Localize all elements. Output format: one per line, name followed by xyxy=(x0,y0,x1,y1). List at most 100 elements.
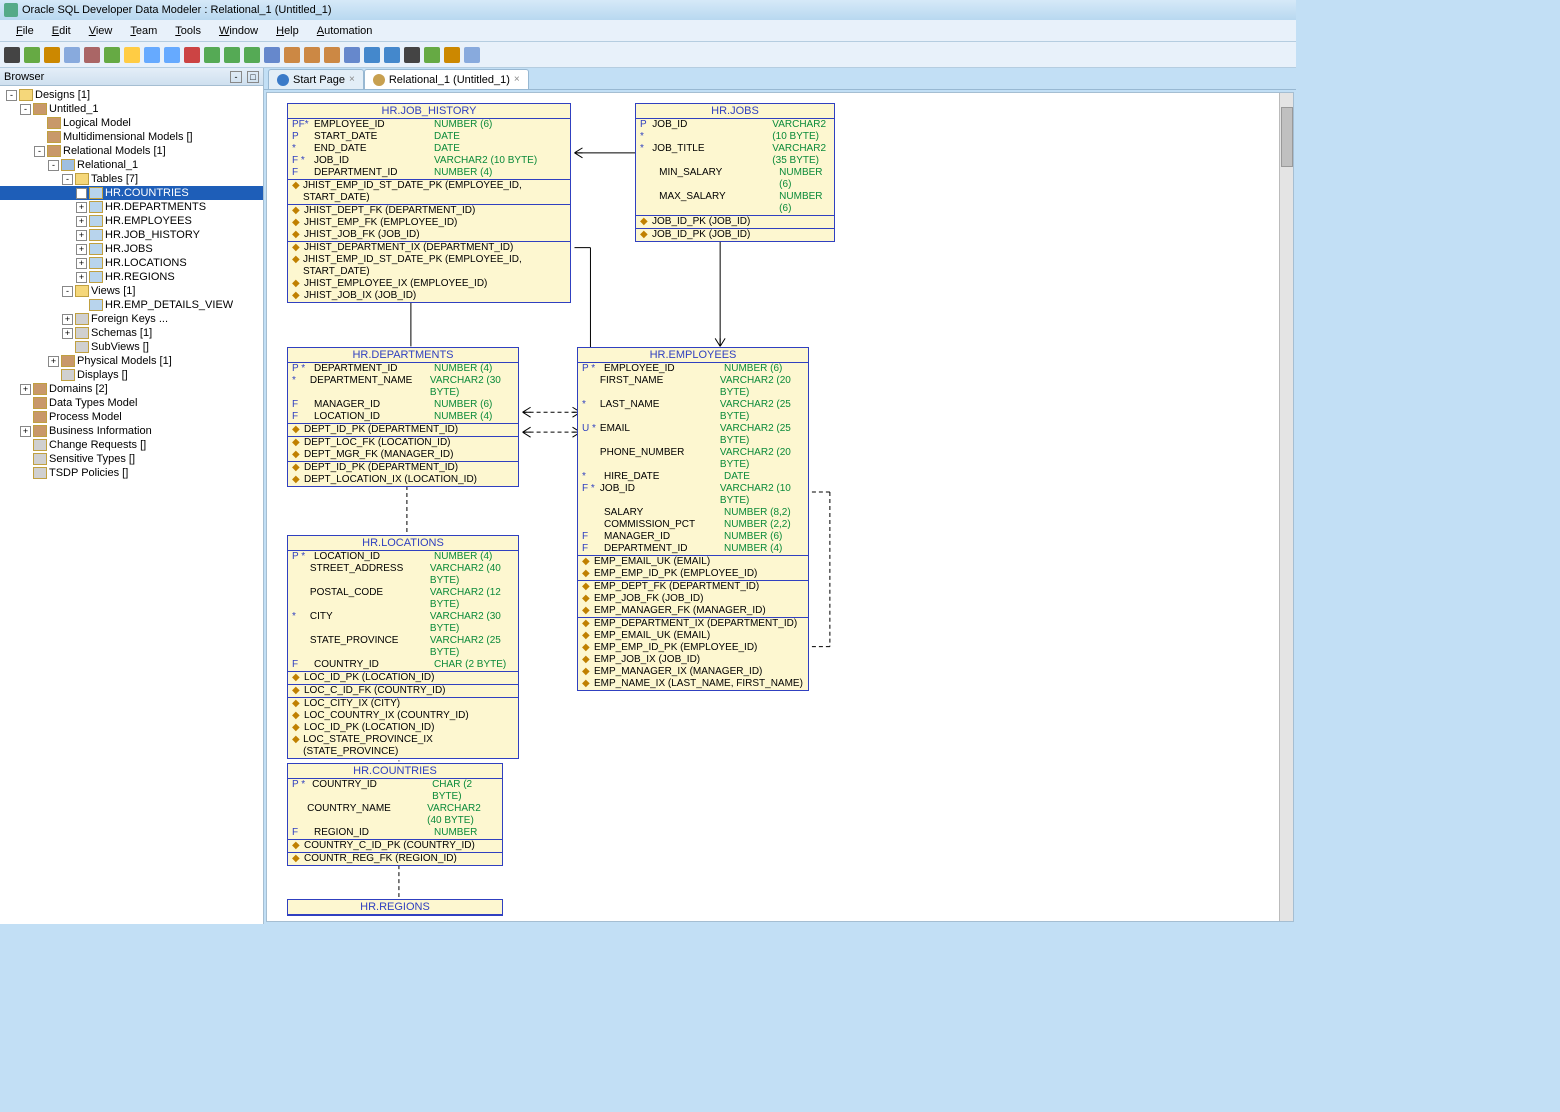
expand-icon[interactable]: + xyxy=(76,244,87,255)
toolbar-btn-14[interactable] xyxy=(284,47,300,63)
expand-icon[interactable]: - xyxy=(62,174,73,185)
entity-jobs[interactable]: HR.JOBSP *JOB_IDVARCHAR2 (10 BYTE) *JOB_… xyxy=(635,103,835,242)
expand-icon[interactable]: - xyxy=(20,104,31,115)
tree-item[interactable]: +Physical Models [1] xyxy=(0,354,263,368)
toolbar-btn-5[interactable] xyxy=(104,47,120,63)
menu-file[interactable]: File xyxy=(8,23,42,39)
toolbar-btn-12[interactable] xyxy=(244,47,260,63)
tree-item[interactable]: Sensitive Types [] xyxy=(0,452,263,466)
tree-item[interactable]: +Schemas [1] xyxy=(0,326,263,340)
expand-icon[interactable]: + xyxy=(20,384,31,395)
scrollbar-vertical[interactable] xyxy=(1279,93,1293,921)
tree-item[interactable]: +Domains [2] xyxy=(0,382,263,396)
tree-item[interactable]: -Relational_1 xyxy=(0,158,263,172)
menu-view[interactable]: View xyxy=(81,23,121,39)
tab[interactable]: Relational_1 (Untitled_1)× xyxy=(364,69,529,89)
entity-departments[interactable]: HR.DEPARTMENTSP *DEPARTMENT_IDNUMBER (4)… xyxy=(287,347,519,487)
expand-icon[interactable]: + xyxy=(76,258,87,269)
close-icon[interactable]: × xyxy=(349,74,355,85)
tree-item[interactable]: Process Model xyxy=(0,410,263,424)
tree-item[interactable]: -Untitled_1 xyxy=(0,102,263,116)
toolbar-btn-18[interactable] xyxy=(364,47,380,63)
menu-automation[interactable]: Automation xyxy=(309,23,381,39)
menu-edit[interactable]: Edit xyxy=(44,23,79,39)
tree[interactable]: -Designs [1]-Untitled_1Logical ModelMult… xyxy=(0,86,263,924)
entity-job_history[interactable]: HR.JOB_HISTORYPF*EMPLOYEE_IDNUMBER (6)PS… xyxy=(287,103,571,303)
toolbar-btn-3[interactable] xyxy=(64,47,80,63)
toolbar-btn-10[interactable] xyxy=(204,47,220,63)
menu-help[interactable]: Help xyxy=(268,23,307,39)
constraint-row: ◆EMP_JOB_IX (JOB_ID) xyxy=(578,654,808,666)
tree-item[interactable]: Logical Model xyxy=(0,116,263,130)
tree-item[interactable]: Data Types Model xyxy=(0,396,263,410)
tree-item[interactable]: Displays [] xyxy=(0,368,263,382)
tree-item[interactable]: +HR.JOBS xyxy=(0,242,263,256)
entity-countries[interactable]: HR.COUNTRIESP *COUNTRY_IDCHAR (2 BYTE)CO… xyxy=(287,763,503,866)
tree-item[interactable]: +HR.REGIONS xyxy=(0,270,263,284)
expand-icon[interactable]: + xyxy=(48,356,59,367)
tree-item[interactable]: Change Requests [] xyxy=(0,438,263,452)
toolbar-btn-8[interactable] xyxy=(164,47,180,63)
expand-icon[interactable]: + xyxy=(76,188,87,199)
toolbar-btn-4[interactable] xyxy=(84,47,100,63)
toolbar-btn-11[interactable] xyxy=(224,47,240,63)
tree-item[interactable]: +HR.EMPLOYEES xyxy=(0,214,263,228)
column-row: FDEPARTMENT_IDNUMBER (4) xyxy=(288,167,570,179)
toolbar-btn-17[interactable] xyxy=(344,47,360,63)
column-row: *DEPARTMENT_NAMEVARCHAR2 (30 BYTE) xyxy=(288,375,518,399)
tree-item[interactable]: -Designs [1] xyxy=(0,88,263,102)
sidebar-max-icon[interactable]: □ xyxy=(247,71,259,83)
diagram-canvas[interactable]: HR.JOB_HISTORYPF*EMPLOYEE_IDNUMBER (6)PS… xyxy=(266,92,1294,922)
tree-item[interactable]: HR.EMP_DETAILS_VIEW xyxy=(0,298,263,312)
toolbar-btn-15[interactable] xyxy=(304,47,320,63)
expand-icon[interactable]: - xyxy=(6,90,17,101)
toolbar-btn-20[interactable] xyxy=(404,47,420,63)
toolbar-btn-23[interactable] xyxy=(464,47,480,63)
expand-icon[interactable]: + xyxy=(76,272,87,283)
expand-icon[interactable]: - xyxy=(34,146,45,157)
expand-icon[interactable]: - xyxy=(48,160,59,171)
menu-window[interactable]: Window xyxy=(211,23,266,39)
toolbar-btn-1[interactable] xyxy=(24,47,40,63)
tree-item[interactable]: TSDP Policies [] xyxy=(0,466,263,480)
toolbar-btn-22[interactable] xyxy=(444,47,460,63)
toolbar-btn-13[interactable] xyxy=(264,47,280,63)
expand-icon[interactable]: + xyxy=(62,314,73,325)
tree-item[interactable]: +HR.JOB_HISTORY xyxy=(0,228,263,242)
toolbar-btn-2[interactable] xyxy=(44,47,60,63)
expand-icon[interactable]: + xyxy=(76,202,87,213)
tree-item[interactable]: +HR.COUNTRIES xyxy=(0,186,263,200)
constraint-row: ◆DEPT_LOCATION_IX (LOCATION_ID) xyxy=(288,474,518,486)
toolbar-btn-7[interactable] xyxy=(144,47,160,63)
tab[interactable]: Start Page× xyxy=(268,69,364,89)
toolbar-btn-21[interactable] xyxy=(424,47,440,63)
tree-item[interactable]: +HR.LOCATIONS xyxy=(0,256,263,270)
expand-icon[interactable]: + xyxy=(20,426,31,437)
tree-item[interactable]: -Views [1] xyxy=(0,284,263,298)
expand-icon[interactable]: + xyxy=(76,230,87,241)
sidebar-min-icon[interactable]: - xyxy=(230,71,242,83)
entity-locations[interactable]: HR.LOCATIONSP *LOCATION_IDNUMBER (4)STRE… xyxy=(287,535,519,759)
tree-item[interactable]: Multidimensional Models [] xyxy=(0,130,263,144)
constraint-row: ◆LOC_COUNTRY_IX (COUNTRY_ID) xyxy=(288,710,518,722)
tree-label: Data Types Model xyxy=(49,397,137,409)
tree-item[interactable]: SubViews [] xyxy=(0,340,263,354)
expand-icon[interactable]: + xyxy=(62,328,73,339)
toolbar-btn-0[interactable] xyxy=(4,47,20,63)
tree-item[interactable]: -Relational Models [1] xyxy=(0,144,263,158)
toolbar-btn-6[interactable] xyxy=(124,47,140,63)
close-icon[interactable]: × xyxy=(514,74,520,85)
toolbar-btn-19[interactable] xyxy=(384,47,400,63)
expand-icon[interactable]: + xyxy=(76,216,87,227)
menu-team[interactable]: Team xyxy=(122,23,165,39)
menu-tools[interactable]: Tools xyxy=(167,23,209,39)
entity-employees[interactable]: HR.EMPLOYEESP *EMPLOYEE_IDNUMBER (6)FIRS… xyxy=(577,347,809,691)
tree-item[interactable]: -Tables [7] xyxy=(0,172,263,186)
tree-item[interactable]: +Business Information xyxy=(0,424,263,438)
tree-item[interactable]: +HR.DEPARTMENTS xyxy=(0,200,263,214)
tree-item[interactable]: +Foreign Keys ... xyxy=(0,312,263,326)
entity-regions[interactable]: HR.REGIONS xyxy=(287,899,503,916)
toolbar-btn-16[interactable] xyxy=(324,47,340,63)
toolbar-btn-9[interactable] xyxy=(184,47,200,63)
expand-icon[interactable]: - xyxy=(62,286,73,297)
